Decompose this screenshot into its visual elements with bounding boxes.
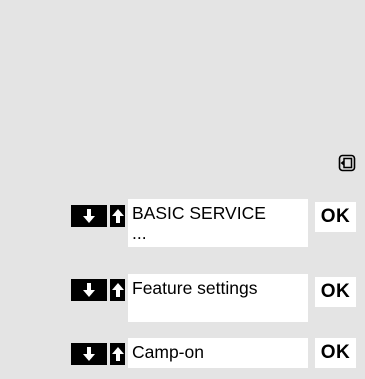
ok-button[interactable]: OK bbox=[315, 338, 356, 368]
menu-item-label: BASIC SERVICE ... bbox=[128, 199, 308, 247]
menu-item-label-line1: Camp-on bbox=[132, 342, 204, 362]
ok-button[interactable]: OK bbox=[315, 202, 356, 232]
scroll-down-button[interactable] bbox=[71, 205, 107, 227]
arrow-up-icon bbox=[111, 209, 124, 223]
scroll-up-button[interactable] bbox=[110, 205, 125, 227]
ok-button[interactable]: OK bbox=[315, 277, 356, 307]
menu-item-label: Feature settings bbox=[128, 274, 308, 322]
arrow-up-icon bbox=[111, 283, 124, 297]
scroll-up-button[interactable] bbox=[110, 343, 125, 365]
arrow-up-icon bbox=[111, 347, 124, 361]
scroll-down-button[interactable] bbox=[71, 279, 107, 301]
arrow-down-icon bbox=[83, 209, 95, 223]
arrow-down-icon bbox=[83, 283, 95, 297]
arrow-down-icon bbox=[83, 347, 95, 361]
scroll-down-button[interactable] bbox=[71, 343, 107, 365]
menu-item-label-line1: BASIC SERVICE bbox=[132, 203, 266, 223]
menu-item-label-line1: Feature settings bbox=[132, 278, 258, 298]
phone-display: BASIC SERVICE ... OK Feature settings OK bbox=[0, 0, 365, 379]
menu-item-label-line2: ... bbox=[132, 223, 147, 243]
menu-key-icon[interactable] bbox=[337, 153, 357, 173]
scroll-up-button[interactable] bbox=[110, 279, 125, 301]
menu-item-label: Camp-on bbox=[128, 338, 308, 368]
